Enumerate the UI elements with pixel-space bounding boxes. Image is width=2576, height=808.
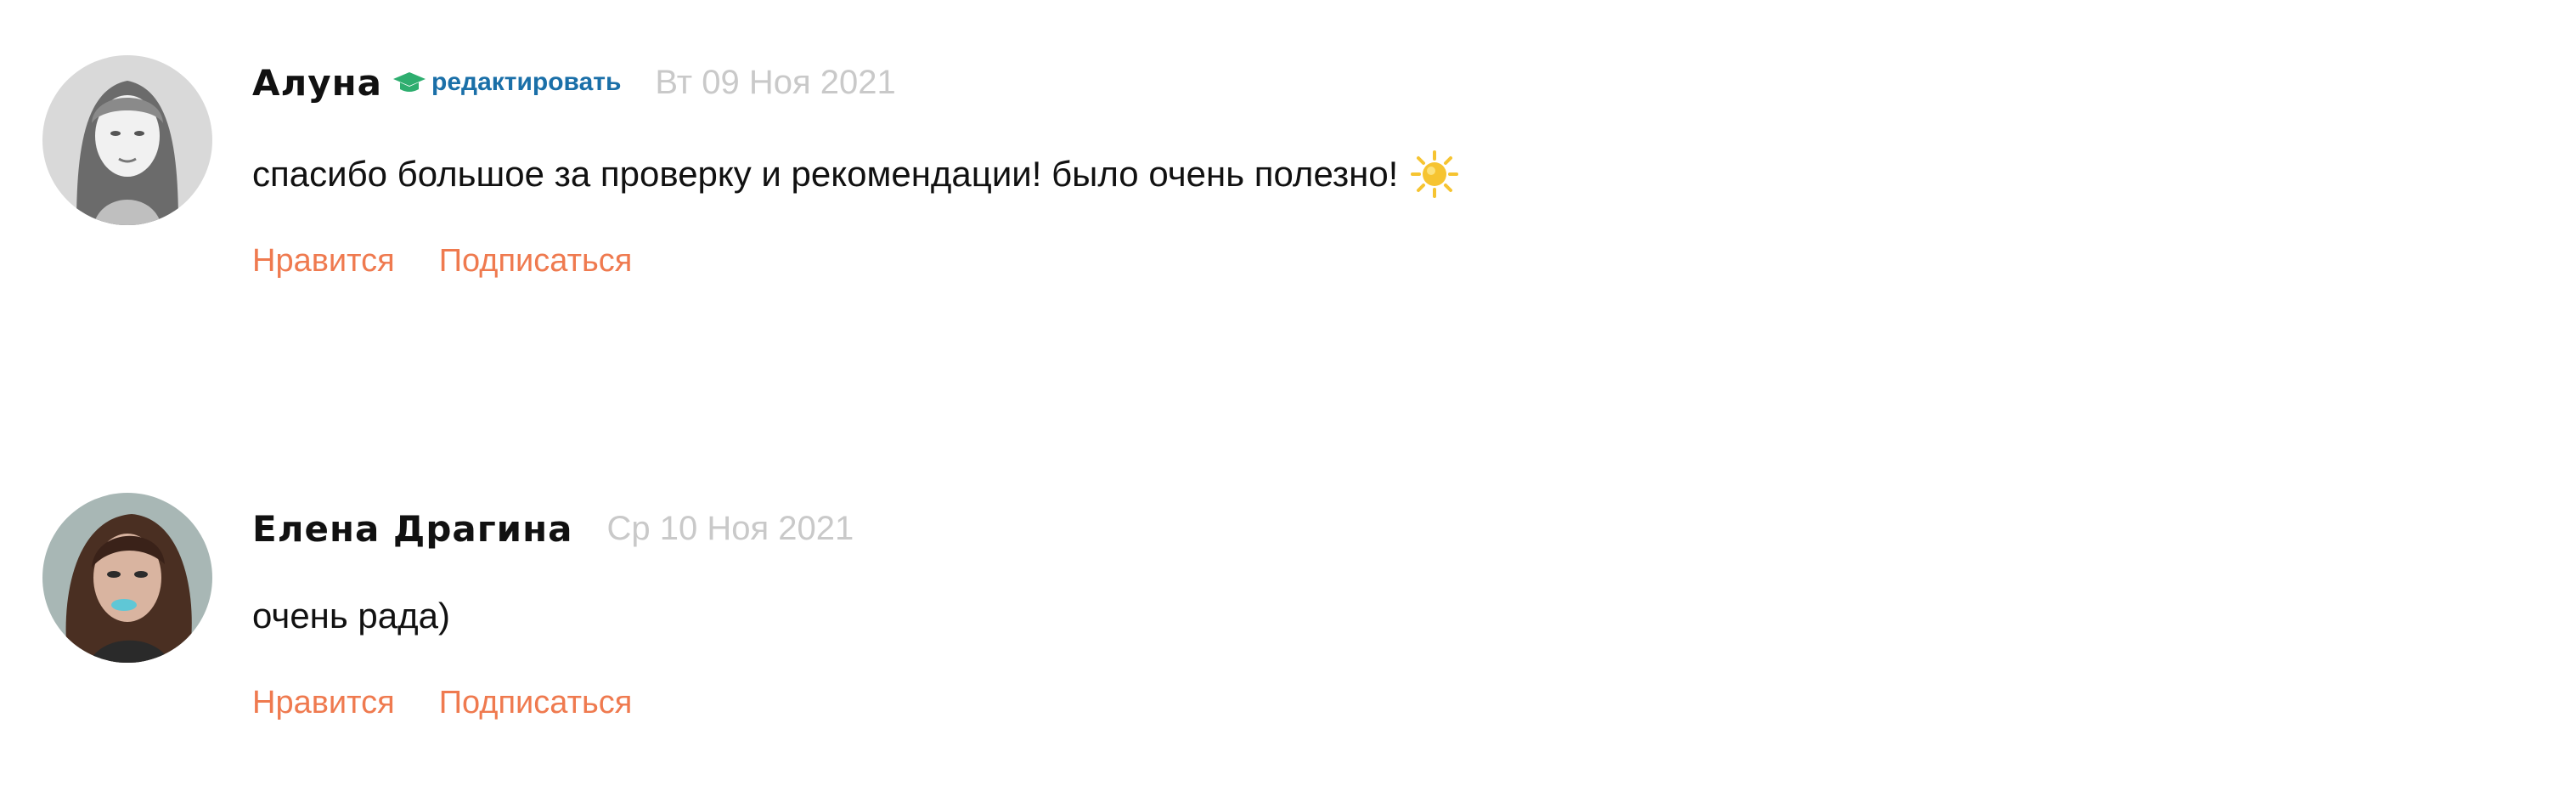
avatar-photo [42, 493, 212, 663]
comment-text: спасибо большое за проверку и рекомендац… [252, 144, 1459, 204]
avatar[interactable] [42, 55, 212, 225]
author-badge: редактировать [392, 68, 621, 97]
comment-actions: Нравится Подписаться [252, 685, 676, 721]
sun-icon [1410, 150, 1459, 199]
author-name[interactable]: Елена Драгина [252, 508, 572, 550]
comment-item: Алуна редактировать Вт 09 Ноя 2021 спаси… [0, 0, 2576, 408]
comment-body: очень рада) [252, 596, 450, 636]
subscribe-link[interactable]: Подписаться [439, 685, 633, 721]
comment-header: Алуна редактировать Вт 09 Ноя 2021 [252, 53, 896, 112]
comment-header: Елена Драгина Ср 10 Ноя 2021 [252, 499, 854, 558]
subscribe-link[interactable]: Подписаться [439, 243, 633, 280]
comment-date: Ср 10 Ноя 2021 [606, 509, 854, 547]
comment-item: Елена Драгина Ср 10 Ноя 2021 очень рада)… [0, 408, 2576, 808]
avatar-photo [42, 55, 212, 225]
author-name[interactable]: Алуна [252, 62, 382, 104]
comment-date: Вт 09 Ноя 2021 [655, 63, 896, 101]
comment-actions: Нравится Подписаться [252, 243, 676, 280]
graduation-cap-icon [392, 70, 426, 95]
edit-link[interactable]: редактировать [431, 68, 621, 97]
avatar[interactable] [42, 493, 212, 663]
comment-body: спасибо большое за проверку и рекомендац… [252, 154, 1399, 194]
like-link[interactable]: Нравится [252, 243, 395, 280]
comment-text: очень рада) [252, 586, 450, 646]
like-link[interactable]: Нравится [252, 685, 395, 721]
